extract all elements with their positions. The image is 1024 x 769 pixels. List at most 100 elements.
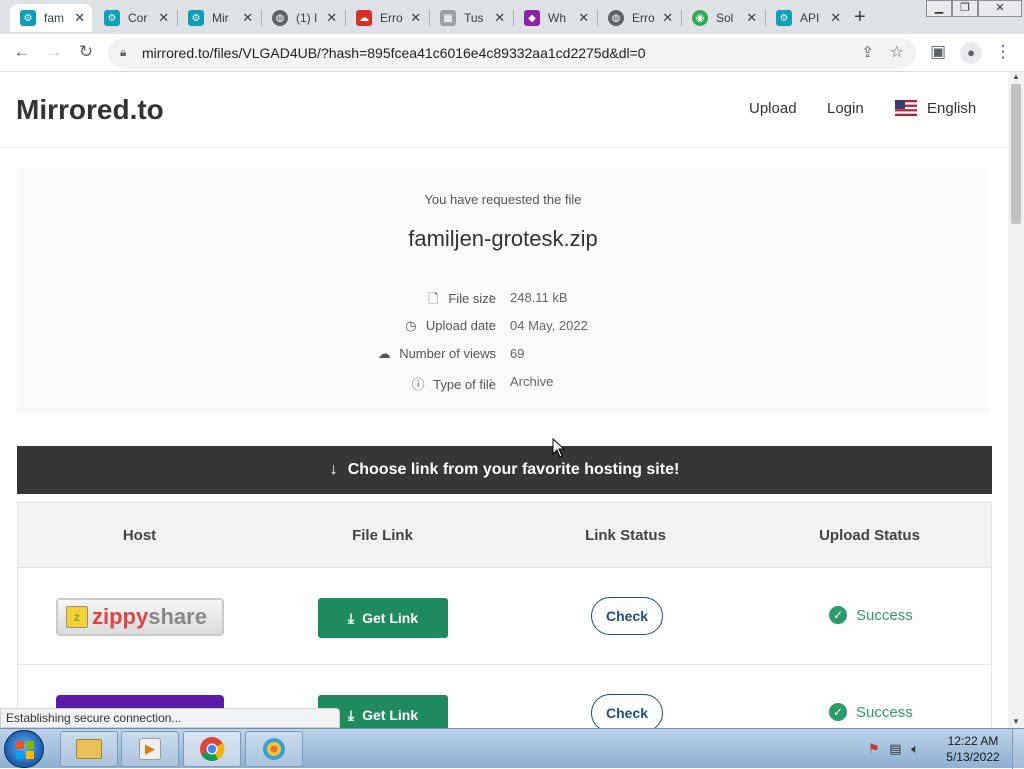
menu-kebab-icon[interactable]: ⋮ — [993, 42, 1013, 62]
close-tab-icon[interactable]: ✕ — [493, 10, 506, 26]
close-tab-icon[interactable]: ✕ — [241, 10, 254, 26]
meta-row-upload-date: ◷ Upload date : 04 May, 2022 — [17, 318, 989, 338]
page-scrollbar[interactable]: ▲ ▼ — [1008, 72, 1024, 728]
scrollbar-thumb[interactable] — [1011, 84, 1021, 224]
meta-colon: : — [489, 290, 493, 305]
close-tab-icon[interactable]: ✕ — [745, 10, 758, 26]
chrome-taskbar-icon[interactable] — [183, 731, 241, 767]
scroll-down-icon[interactable]: ▼ — [1012, 717, 1020, 726]
check-button[interactable]: Check — [591, 597, 663, 635]
shield-icon: ◆ — [524, 10, 540, 26]
reload-icon[interactable]: ↻ — [76, 42, 96, 62]
browser-tab[interactable]: ⚙ Cor ✕ — [94, 4, 176, 32]
nav-login-link[interactable]: Login — [827, 100, 864, 117]
browser-tab[interactable]: ◍ Erro ✕ — [598, 4, 680, 32]
router-icon: ◉ — [692, 10, 708, 26]
browser-status-bar: Establishing secure connection... — [0, 708, 340, 728]
nav-upload-link[interactable]: Upload — [749, 100, 797, 117]
check-button[interactable]: Check — [591, 694, 663, 728]
file-icon: 🗋 — [428, 291, 439, 306]
download-icon: ⤓ — [347, 609, 355, 626]
file-info-card: You have requested the file familjen-gro… — [17, 168, 989, 414]
meta-value: 248.11 kB — [510, 290, 568, 305]
hosts-table: Host File Link Link Status Upload Status… — [17, 502, 992, 728]
url-text[interactable]: mirrored.to/files/VLGAD4UB/?hash=895fcea… — [142, 45, 646, 61]
browser-tab[interactable]: ▦ Tus ✕ — [430, 4, 512, 32]
close-window-icon[interactable]: ✕ — [978, 0, 1022, 17]
meta-label: Upload date — [425, 318, 496, 333]
network-icon[interactable]: ▤ — [889, 741, 901, 756]
browser-taskbar-icon[interactable] — [245, 731, 303, 767]
meta-row-file-size: 🗋 File size : 248.11 kB — [17, 290, 989, 310]
windows-taskbar: ▶ ⚑ ▤ 🔈︎ 12:22 AM 5/13/2022 — [0, 728, 1024, 769]
profile-avatar-icon[interactable]: ● — [960, 42, 982, 64]
address-bar[interactable]: 🔒︎ mirrored.to/files/VLGAD4UB/?hash=895f… — [108, 38, 916, 68]
close-tab-icon[interactable]: ✕ — [829, 10, 842, 26]
meta-colon: : — [489, 374, 493, 389]
browser-tab[interactable]: ⚙ fam ✕ — [10, 4, 92, 32]
show-desktop-button[interactable] — [1012, 729, 1024, 769]
browser-tab[interactable]: ◉ Sol ✕ — [682, 4, 764, 32]
media-player-taskbar-icon[interactable]: ▶ — [121, 731, 179, 767]
window-controls: ▁ ❐ ✕ — [926, 0, 1022, 18]
meta-value: Archive — [510, 374, 554, 389]
check-circle-icon: ✓ — [829, 703, 847, 721]
volume-icon[interactable]: 🔈︎ — [911, 741, 919, 756]
cloud-error-icon: ☁ — [356, 10, 372, 26]
browser-toolbar: ← → ↻ 🔒︎ mirrored.to/files/VLGAD4UB/?has… — [0, 34, 1024, 72]
browser-tab[interactable]: ⚙ Mir ✕ — [178, 4, 260, 32]
meta-label: Type of file — [433, 377, 496, 392]
minimize-icon[interactable]: ▁ — [926, 0, 952, 17]
start-button[interactable] — [4, 730, 44, 768]
close-tab-icon[interactable]: ✕ — [157, 10, 170, 26]
browser-tab-strip: ⚙ fam ✕ ⚙ Cor ✕ ⚙ Mir ✕ ◍ (1) I ✕ ☁ Erro… — [0, 0, 1024, 34]
explorer-taskbar-icon[interactable] — [60, 731, 118, 767]
browser-tab[interactable]: ◆ Wh ✕ — [514, 4, 596, 32]
zippyshare-icon: z — [66, 606, 88, 628]
banner-text: Choose link from your favorite hosting s… — [347, 461, 680, 478]
table-row: z zippy share ⤓ Get Link Check ✓ Success — [18, 568, 991, 665]
share-icon[interactable]: ⇪ — [861, 43, 874, 61]
forward-icon[interactable]: → — [44, 42, 64, 62]
lock-icon: 🔒︎ — [120, 45, 127, 59]
scroll-up-icon[interactable]: ▲ — [1012, 72, 1020, 81]
close-tab-icon[interactable]: ✕ — [577, 10, 590, 26]
check-circle-icon: ✓ — [829, 606, 847, 624]
mirrored-icon: ⚙ — [188, 10, 204, 26]
restore-icon[interactable]: ❐ — [952, 0, 978, 17]
get-link-button[interactable]: ⤓ Get Link — [318, 598, 448, 638]
us-flag-icon[interactable] — [895, 100, 917, 116]
back-icon[interactable]: ← — [12, 42, 32, 62]
site-logo[interactable]: Mirrored.to — [16, 94, 164, 126]
clock-icon: ◷ — [405, 318, 417, 333]
site-header: Mirrored.to Upload Login English — [0, 72, 1008, 148]
info-icon: ⓘ — [411, 377, 425, 392]
browser-tab[interactable]: ⚙ API ✕ — [766, 4, 848, 32]
close-tab-icon[interactable]: ✕ — [409, 10, 422, 26]
browser-tab[interactable]: ◍ (1) I ✕ — [262, 4, 344, 32]
new-tab-button[interactable]: + — [854, 6, 866, 29]
close-tab-icon[interactable]: ✕ — [661, 10, 674, 26]
upload-status: ✓ Success — [829, 703, 913, 721]
zippyshare-logo[interactable]: z zippy share — [56, 598, 224, 636]
cloud-icon: ☁ — [377, 346, 391, 361]
clock-date: 5/13/2022 — [946, 750, 1000, 764]
column-header: Upload Status — [819, 527, 920, 544]
table-header: Host File Link Link Status Upload Status — [18, 503, 991, 568]
column-header: Link Status — [585, 527, 666, 544]
bookmark-star-icon[interactable]: ☆ — [890, 42, 904, 62]
mirrored-icon: ⚙ — [104, 10, 120, 26]
browser-tab[interactable]: ☁ Erro ✕ — [346, 4, 428, 32]
globe-icon: ◍ — [608, 10, 624, 26]
close-tab-icon[interactable]: ✕ — [73, 10, 86, 26]
windows-logo-icon — [16, 741, 34, 759]
language-selector[interactable]: English — [927, 100, 976, 117]
side-panel-icon[interactable]: ▣ — [928, 42, 948, 62]
taskbar-clock[interactable]: 12:22 AM 5/13/2022 — [940, 733, 1006, 765]
mouse-cursor-icon — [552, 438, 566, 458]
network-alert-icon[interactable]: ⚑ — [868, 741, 880, 756]
download-icon: ⤓ — [347, 706, 355, 723]
close-tab-icon[interactable]: ✕ — [325, 10, 338, 26]
mirrored-icon: ⚙ — [776, 10, 792, 26]
image-icon: ▦ — [440, 10, 456, 26]
